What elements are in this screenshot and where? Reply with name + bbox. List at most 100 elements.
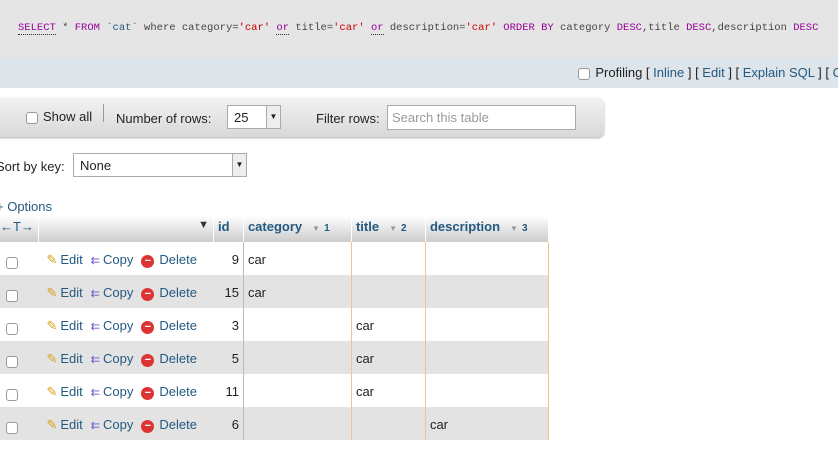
sort-by-key-select[interactable]: None ▼ — [73, 153, 247, 177]
column-menu-icon[interactable]: ▼ — [38, 216, 214, 242]
rows-select[interactable]: 25 ▼ — [227, 105, 281, 129]
explain-sql-link[interactable]: Explain SQL — [743, 65, 815, 80]
chevron-down-icon: ▼ — [232, 154, 246, 176]
column-resize-icon[interactable]: ←T→ — [0, 216, 39, 242]
sql-part: 'car' — [333, 22, 365, 34]
sort-order: 2 — [401, 223, 407, 234]
copy-link[interactable]: Copy — [103, 285, 133, 300]
cell-category[interactable]: car — [243, 275, 352, 308]
cell-description[interactable] — [425, 242, 549, 275]
row-checkbox-cell — [0, 242, 39, 275]
delete-link[interactable]: Delete — [159, 351, 197, 366]
edit-link[interactable]: Edit — [60, 384, 82, 399]
sql-part: category — [560, 22, 617, 34]
row-actions: ✎ Edit ⇇ Copy − Delete — [38, 308, 214, 341]
sql-part: DESC — [793, 22, 819, 34]
rows-value: 25 — [234, 110, 249, 125]
cell-title[interactable]: car — [351, 308, 426, 341]
cell-id[interactable]: 9 — [213, 242, 244, 275]
delete-link[interactable]: Delete — [159, 252, 197, 267]
options-toggle[interactable]: + Options — [0, 199, 52, 214]
cell-title[interactable] — [351, 407, 426, 440]
cell-id[interactable]: 11 — [213, 374, 244, 407]
copy-icon: ⇇ — [90, 321, 100, 333]
pencil-icon: ✎ — [46, 417, 58, 432]
inline-link[interactable]: Inline — [653, 65, 684, 80]
create-php-code-link[interactable]: C — [833, 65, 838, 80]
delete-link[interactable]: Delete — [159, 285, 197, 300]
copy-link[interactable]: Copy — [103, 351, 133, 366]
copy-icon: ⇇ — [90, 255, 100, 267]
cell-id[interactable]: 3 — [213, 308, 244, 341]
profiling-checkbox[interactable] — [578, 67, 591, 80]
column-header-description[interactable]: description ▼ 3 — [425, 216, 549, 242]
column-name: category — [247, 219, 303, 234]
copy-link[interactable]: Copy — [103, 318, 133, 333]
table-row: ✎ Edit ⇇ Copy − Delete 3 car — [0, 308, 549, 341]
row-checkbox[interactable] — [6, 421, 18, 434]
cell-title[interactable]: car — [351, 374, 426, 407]
copy-icon: ⇇ — [90, 288, 100, 300]
table-row: ✎ Edit ⇇ Copy − Delete 5 car — [0, 341, 549, 374]
row-checkbox-cell — [0, 374, 39, 407]
column-header-id[interactable]: id — [213, 216, 244, 242]
edit-link[interactable]: Edit — [60, 285, 82, 300]
column-header-category[interactable]: category ▼ 1 — [243, 216, 352, 242]
sql-query: SELECT * FROM `cat` where category='car'… — [18, 22, 819, 35]
row-checkbox[interactable] — [6, 355, 18, 368]
table-row: ✎ Edit ⇇ Copy − Delete 6 car — [0, 407, 549, 440]
copy-link[interactable]: Copy — [103, 252, 133, 267]
cell-category[interactable] — [243, 374, 352, 407]
cell-category[interactable] — [243, 341, 352, 374]
cell-category[interactable] — [243, 407, 352, 440]
edit-link[interactable]: Edit — [60, 252, 82, 267]
sql-keyword-link[interactable]: or — [370, 22, 384, 35]
cell-description[interactable]: car — [425, 407, 549, 440]
row-checkbox[interactable] — [6, 388, 18, 401]
cell-id[interactable]: 5 — [213, 341, 244, 374]
edit-link[interactable]: Edit — [702, 65, 724, 80]
copy-link[interactable]: Copy — [103, 384, 133, 399]
pencil-icon: ✎ — [46, 252, 58, 267]
cell-title[interactable] — [351, 275, 426, 308]
show-all-toggle[interactable]: Show all — [26, 109, 92, 124]
sort-order: 1 — [324, 223, 330, 234]
sort-value: None — [80, 158, 112, 173]
sort-desc-icon: ▼ — [510, 224, 518, 233]
row-checkbox-cell — [0, 275, 39, 308]
sql-keyword-link[interactable]: or — [276, 22, 290, 35]
pencil-icon: ✎ — [46, 384, 58, 399]
cell-id[interactable]: 6 — [213, 407, 244, 440]
cell-title[interactable]: car — [351, 341, 426, 374]
row-checkbox-cell — [0, 341, 39, 374]
sort-desc-icon: ▼ — [312, 224, 321, 233]
edit-link[interactable]: Edit — [60, 318, 82, 333]
cell-title[interactable] — [351, 242, 426, 275]
row-checkbox[interactable] — [6, 322, 18, 335]
sql-part: DESC — [686, 22, 712, 34]
sql-part: DESC — [616, 22, 642, 34]
sql-keyword-link[interactable]: SELECT — [18, 22, 56, 35]
row-checkbox[interactable] — [6, 256, 18, 269]
cell-description[interactable] — [425, 308, 549, 341]
show-all-checkbox[interactable] — [26, 111, 38, 124]
cell-description[interactable] — [425, 275, 549, 308]
delete-link[interactable]: Delete — [159, 318, 197, 333]
sql-part: where category= — [137, 22, 239, 34]
column-header-title[interactable]: title ▼ 2 — [351, 216, 426, 242]
cell-category[interactable] — [243, 308, 352, 341]
edit-link[interactable]: Edit — [60, 417, 82, 432]
cell-id[interactable]: 15 — [213, 275, 244, 308]
sql-part: FROM — [74, 22, 107, 34]
cell-description[interactable] — [425, 374, 549, 407]
edit-link[interactable]: Edit — [60, 351, 82, 366]
delete-icon: − — [141, 321, 155, 334]
delete-link[interactable]: Delete — [159, 417, 197, 432]
row-checkbox[interactable] — [6, 289, 18, 302]
delete-link[interactable]: Delete — [159, 384, 197, 399]
cell-category[interactable]: car — [243, 242, 352, 275]
filter-rows-input[interactable]: Search this table — [387, 105, 576, 130]
profiling-label: Profiling — [595, 65, 643, 80]
copy-link[interactable]: Copy — [103, 417, 133, 432]
cell-description[interactable] — [425, 341, 549, 374]
